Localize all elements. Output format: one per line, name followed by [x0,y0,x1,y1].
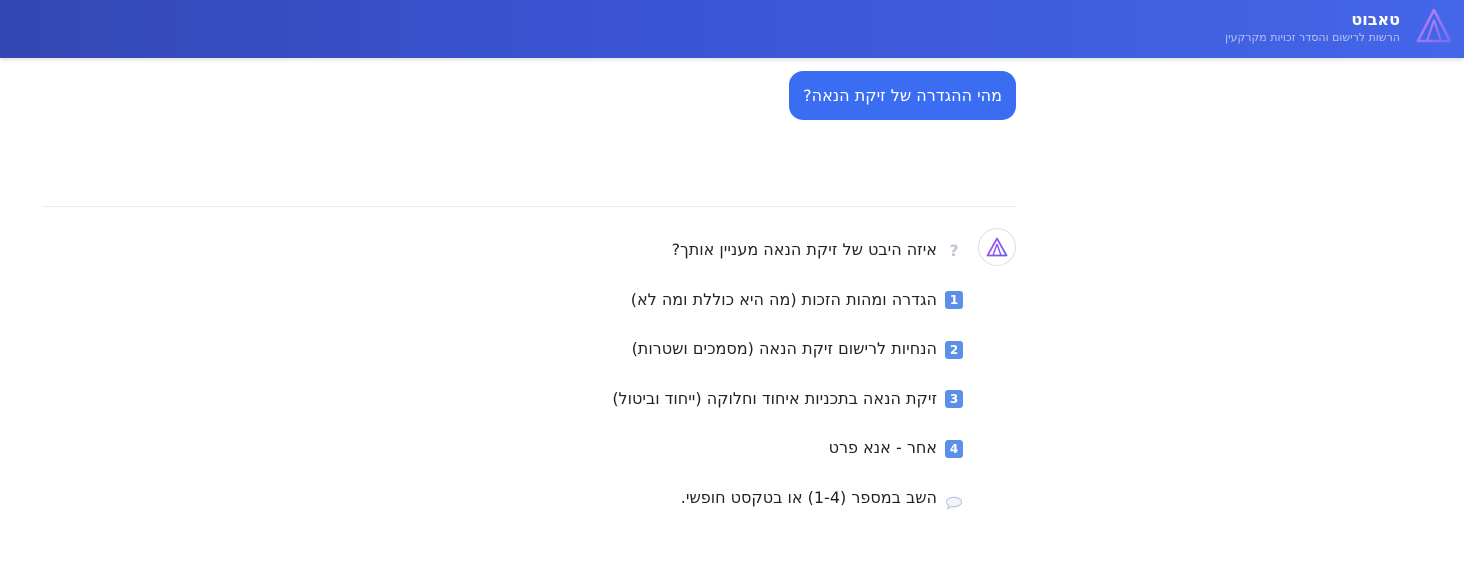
reply-hint: השב במספר (1-4) או בטקסט חופשי. [612,484,963,534]
option-item: 4 אחר - אנא פרט [612,434,963,484]
option-item: 3 זיקת הנאה בתכניות איחוד וחלוקה (ייחוד ו… [612,385,963,435]
keycap-2-icon: 2 [945,340,963,359]
option-text: אחר - אנא פרט [828,438,937,457]
option-item: 1 הגדרה ומהות הזכות (מה היא כוללת ומה לא) [612,286,963,336]
bot-avatar [978,228,1016,266]
app-title: טאבוט [1351,10,1400,29]
keycap-3-icon: 3 [945,390,963,408]
option-text: הגדרה ומהות הזכות (מה היא כוללת ומה לא) [630,289,937,309]
bot-message: ? איזה היבט של זיקת הנאה מעניין אותך? 1 הג… [612,236,963,533]
reply-hint-text: השב במספר (1-4) או בטקסט חופשי. [680,487,937,507]
user-message-bubble: מהי ההגדרה של זיקת הנאה? [789,71,1016,120]
app-subtitle: הרשות לרישום והסדר זכויות מקרקעין [1225,31,1400,44]
option-text: הנחיות לרישום זיקת הנאה (מסמכים ושטרות) [631,339,937,358]
keycap-1-icon: 1 [945,291,963,309]
speech-bubble-icon [945,491,963,510]
option-item: 2 הנחיות לרישום זיקת הנאה (מסמכים ושטרות) [612,335,963,385]
triangle-logo-icon [986,237,1008,257]
bot-question: ? איזה היבט של זיקת הנאה מעניין אותך? [612,236,963,286]
keycap-4-icon: 4 [945,439,963,458]
app-header: טאבוט הרשות לרישום והסדר זכויות מקרקעין [0,0,1464,58]
question-mark-icon: ? [949,240,959,260]
option-text: זיקת הנאה בתכניות איחוד וחלוקה (ייחוד וב… [612,388,937,408]
bot-question-text: איזה היבט של זיקת הנאה מעניין אותך? [671,240,937,259]
message-divider [42,206,1016,207]
triangle-logo-icon [1416,8,1452,43]
